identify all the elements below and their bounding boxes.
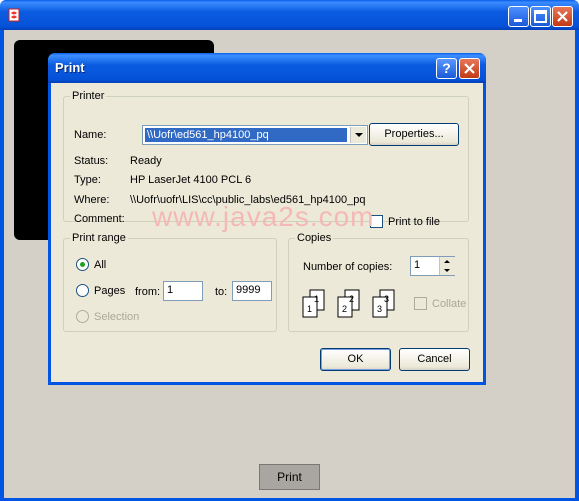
help-icon: ? <box>442 60 451 76</box>
dialog-titlebar[interactable]: Print ? <box>48 53 486 83</box>
print-range-group: Print range All Pages from: 1 to: 9999 S… <box>63 232 277 332</box>
watermark-text: www.java2s.com <box>152 201 375 232</box>
print-button[interactable]: Print <box>259 464 320 490</box>
printer-name-value: \\Uofr\ed561_hp4100_pq <box>145 128 347 142</box>
collate-label[interactable]: Collate <box>432 298 466 310</box>
page-number-label: 1 <box>307 304 312 314</box>
minimize-button[interactable] <box>508 6 529 27</box>
print-range-group-label: Print range <box>70 232 128 244</box>
comment-label: Comment: <box>74 213 125 225</box>
copies-spinner[interactable]: 1 <box>410 256 455 276</box>
app-titlebar[interactable] <box>0 0 579 30</box>
collate-checkbox[interactable] <box>414 297 427 310</box>
minimize-icon <box>514 19 522 22</box>
printer-name-select[interactable]: \\Uofr\ed561_hp4100_pq <box>142 125 368 145</box>
copies-group: Copies Number of copies: 1 1 1 2 2 3 3 C… <box>288 232 469 332</box>
page-number-label: 2 <box>349 294 354 304</box>
all-radio-label[interactable]: All <box>94 259 106 271</box>
selection-radio-label[interactable]: Selection <box>94 311 139 323</box>
copies-spinner-buttons[interactable] <box>439 257 455 275</box>
printer-group-label: Printer <box>70 90 107 102</box>
print-dialog: Print ? Printer Name: \\Uofr\ed561_hp410… <box>48 53 486 385</box>
spin-down-icon[interactable] <box>440 266 455 275</box>
copies-value: 1 <box>414 259 421 271</box>
where-label: Where: <box>74 194 110 206</box>
chevron-down-icon[interactable] <box>350 127 366 143</box>
status-label: Status: <box>74 155 109 167</box>
from-label: from: <box>135 286 161 298</box>
to-label: to: <box>215 286 228 298</box>
cancel-button[interactable]: Cancel <box>399 348 470 371</box>
number-of-copies-label: Number of copies: <box>303 261 393 273</box>
maximize-icon <box>534 10 547 23</box>
print-to-file-label[interactable]: Print to file <box>388 216 440 228</box>
help-button[interactable]: ? <box>436 58 457 79</box>
copies-group-label: Copies <box>295 232 334 244</box>
pages-radio[interactable] <box>76 284 89 297</box>
page-number-label: 1 <box>314 294 319 304</box>
status-value: Ready <box>130 155 162 167</box>
all-radio[interactable] <box>76 258 89 271</box>
close-icon <box>557 11 568 22</box>
dialog-close-button[interactable] <box>459 58 480 79</box>
page-number-label: 2 <box>342 304 347 314</box>
from-page-input[interactable]: 1 <box>163 281 203 301</box>
ok-button[interactable]: OK <box>320 348 391 371</box>
maximize-button[interactable] <box>530 6 551 27</box>
selection-radio[interactable] <box>76 310 89 323</box>
to-page-input[interactable]: 9999 <box>232 281 272 301</box>
type-label: Type: <box>74 174 101 186</box>
dialog-title: Print <box>55 60 85 75</box>
pages-radio-label[interactable]: Pages <box>94 285 125 297</box>
collate-illustration: 1 1 2 2 3 3 <box>302 289 395 318</box>
window-close-button[interactable] <box>552 6 573 27</box>
java-app-icon <box>8 8 20 22</box>
close-icon <box>464 63 475 74</box>
printer-name-label: Name: <box>74 129 107 141</box>
properties-button[interactable]: Properties... <box>369 123 459 146</box>
dialog-body: Printer Name: \\Uofr\ed561_hp4100_pq Pro… <box>51 83 483 382</box>
page-number-label: 3 <box>377 304 382 314</box>
page-number-label: 3 <box>384 294 389 304</box>
type-value: HP LaserJet 4100 PCL 6 <box>130 174 252 186</box>
spin-up-icon[interactable] <box>440 257 455 266</box>
